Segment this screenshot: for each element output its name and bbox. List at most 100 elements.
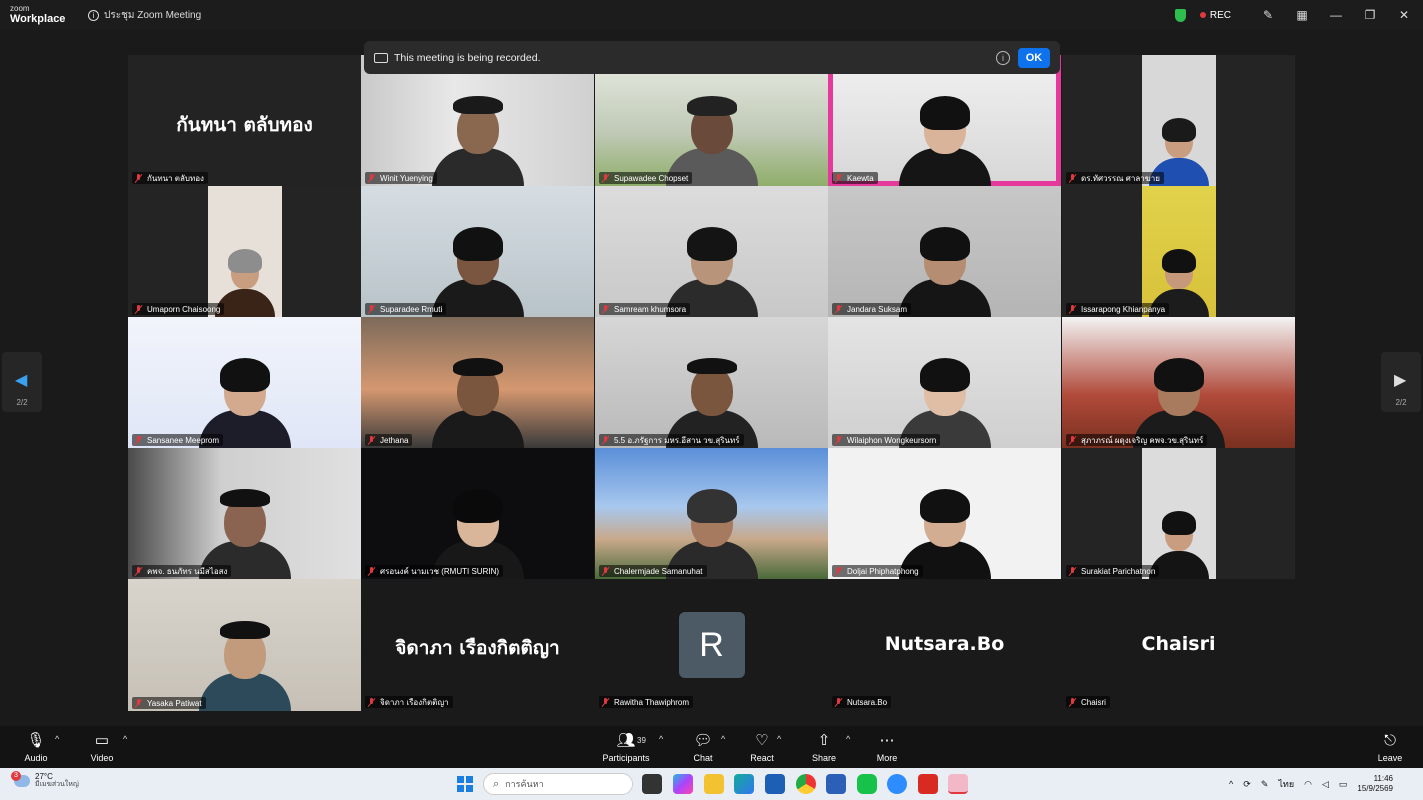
muted-mic-icon: 🎙︎ xyxy=(26,732,46,749)
show-hidden-icons-chevron-icon[interactable]: ^ xyxy=(1229,779,1233,789)
previous-page-button[interactable]: ◀ 2/2 xyxy=(2,352,42,412)
chat-button[interactable]: 💬︎ Chat xyxy=(690,732,716,763)
snipping-tool-icon[interactable] xyxy=(948,774,968,794)
video-tile[interactable]: จิดาภา เรืองกิตติญา จิดาภา เรืองกิตติญา xyxy=(361,579,594,710)
word-icon[interactable] xyxy=(826,774,846,794)
video-tile[interactable]: สุภาภรณ์ ผดุงเจริญ คพจ.วข.สุรินทร์ xyxy=(1062,317,1295,448)
video-tile[interactable]: ดร.ทัศวรรณ ศาลาฆาย xyxy=(1062,55,1295,186)
meeting-info-button[interactable]: i ประชุม Zoom Meeting xyxy=(88,8,201,23)
pen-icon[interactable]: ✎ xyxy=(1261,779,1269,790)
file-explorer-icon[interactable] xyxy=(704,774,724,794)
volume-icon[interactable]: ◁ xyxy=(1322,779,1329,790)
weather-widget[interactable]: 3 27°C มีเมฆส่วนใหญ่ xyxy=(11,770,79,789)
zoom-window: zoom Workplace i ประชุม Zoom Meeting REC… xyxy=(0,0,1423,800)
line-icon[interactable] xyxy=(857,774,877,794)
participants-options-caret[interactable]: ^ xyxy=(659,734,663,744)
react-button[interactable]: ♡ React xyxy=(747,732,777,763)
search-icon: ⌕ xyxy=(493,777,500,790)
react-options-caret[interactable]: ^ xyxy=(777,734,781,744)
audio-options-caret[interactable]: ^ xyxy=(55,734,59,744)
video-tile[interactable]: Winit Yuenying xyxy=(361,55,594,186)
participant-display-name: กันทนา ตลับทอง xyxy=(176,114,313,136)
video-tile[interactable]: R Rawitha Thawiphrom xyxy=(595,579,828,710)
muted-mic-icon xyxy=(834,435,843,445)
muted-mic-icon xyxy=(367,566,376,576)
sync-icon[interactable]: ⟳ xyxy=(1243,779,1251,790)
participant-label: Umaporn Chaisoong xyxy=(132,303,225,315)
participant-label: Issarapong Khianpanya xyxy=(1066,303,1170,315)
video-tile[interactable]: 5.5 อ.ภรัฐการ มหร.อีสาน วข.สุรินทร์ xyxy=(595,317,828,448)
zoom-icon[interactable] xyxy=(887,774,907,794)
video-tile[interactable]: กันทนา ตลับทอง กันทนา ตลับทอง xyxy=(128,55,361,186)
video-options-caret[interactable]: ^ xyxy=(123,734,127,744)
page-indicator: 2/2 xyxy=(1395,398,1407,407)
video-tile[interactable]: Samream khumsora xyxy=(595,186,828,317)
task-view-icon[interactable] xyxy=(642,774,662,794)
annotate-icon[interactable]: ✎ xyxy=(1253,8,1283,22)
video-tile[interactable]: Issarapong Khianpanya xyxy=(1062,186,1295,317)
gallery-grid: กันทนา ตลับทอง กันทนา ตลับทอง Winit Yuen… xyxy=(128,55,1296,711)
share-options-caret[interactable]: ^ xyxy=(846,734,850,744)
copilot-icon[interactable] xyxy=(673,774,693,794)
system-clock[interactable]: 11:46 15/9/2569 xyxy=(1357,774,1393,793)
info-icon[interactable]: i xyxy=(996,50,1010,65)
participant-label: Chaisri xyxy=(1066,696,1110,708)
video-tile[interactable]: Chaisri Chaisri xyxy=(1062,579,1295,710)
participant-label: Doljai Phiphatphong xyxy=(832,565,923,577)
battery-icon[interactable]: ▭ xyxy=(1339,779,1348,790)
video-tile[interactable]: Kaewta xyxy=(828,55,1061,186)
video-tile[interactable]: Suparadee Rmuti xyxy=(361,186,594,317)
participant-label: Sansanee Meeprom xyxy=(132,434,224,446)
video-tile[interactable]: คพจ. ธนภัทร นมีสไอสง xyxy=(128,448,361,579)
ok-button[interactable]: OK xyxy=(1018,47,1050,68)
share-button[interactable]: ⇧ Share xyxy=(809,732,839,763)
video-button[interactable]: ▭ Video xyxy=(88,732,116,763)
leave-button[interactable]: ⎋ Leave xyxy=(1375,732,1405,763)
video-tile[interactable]: Jethana xyxy=(361,317,594,448)
video-tile[interactable]: Umaporn Chaisoong xyxy=(128,186,361,317)
participant-label: กันทนา ตลับทอง xyxy=(132,172,208,184)
taskbar-search-input[interactable]: ⌕ การค้นหา xyxy=(483,773,633,795)
participant-label: Rawitha Thawiphrom xyxy=(599,696,693,708)
chevron-left-icon: ◀ xyxy=(15,372,28,389)
language-indicator[interactable]: ไทย xyxy=(1278,777,1294,791)
participant-label: Wilaiphon Wongkeursorn xyxy=(832,434,941,446)
video-tile[interactable]: Sansanee Meeprom xyxy=(128,317,361,448)
video-tile[interactable]: Doljai Phiphatphong xyxy=(828,448,1061,579)
video-tile[interactable]: ศรอนงค์ นามเวช (RMUTI SURIN) xyxy=(361,448,594,579)
weather-desc: มีเมฆส่วนใหญ่ xyxy=(35,781,79,789)
muted-mic-icon xyxy=(1068,304,1077,314)
recording-indicator[interactable]: REC xyxy=(1199,10,1231,21)
next-page-button[interactable]: ▶ 2/2 xyxy=(1381,352,1421,412)
acrobat-icon[interactable] xyxy=(918,774,938,794)
wifi-icon[interactable]: ◠ xyxy=(1304,779,1312,790)
participant-label: Yasaka Patiwat xyxy=(132,697,206,709)
video-tile[interactable]: Wilaiphon Wongkeursorn xyxy=(828,317,1061,448)
video-tile[interactable]: Jandara Suksam xyxy=(828,186,1061,317)
restore-icon[interactable]: ❐ xyxy=(1355,8,1385,22)
video-tile[interactable]: Yasaka Patiwat xyxy=(128,579,361,711)
edge-browser-icon[interactable] xyxy=(734,774,754,794)
muted-mic-icon xyxy=(1068,697,1077,707)
more-button[interactable]: ⋯ More xyxy=(872,732,902,763)
store-icon[interactable] xyxy=(765,774,785,794)
video-tile[interactable]: Chalermjade Samanuhat xyxy=(595,448,828,579)
security-shield-icon[interactable] xyxy=(1174,8,1186,22)
audio-button[interactable]: 🎙︎ Audio xyxy=(22,732,50,763)
windows-start-icon[interactable] xyxy=(457,776,473,792)
participants-count: 39 xyxy=(637,736,646,745)
close-icon[interactable]: ✕ xyxy=(1389,8,1419,22)
video-tile[interactable]: Surakiat Parichatnon xyxy=(1062,448,1295,579)
participant-label: 5.5 อ.ภรัฐการ มหร.อีสาน วข.สุรินทร์ xyxy=(599,434,744,446)
chrome-icon[interactable] xyxy=(796,774,816,794)
video-tile[interactable]: Supawadee Chopset xyxy=(595,55,828,186)
muted-mic-icon xyxy=(367,173,376,183)
muted-mic-icon xyxy=(367,304,376,314)
video-tile[interactable]: Nutsara.Bo Nutsara.Bo xyxy=(828,579,1061,710)
participant-label: Suparadee Rmuti xyxy=(365,303,447,315)
minimize-icon[interactable]: — xyxy=(1321,8,1351,22)
react-heart-icon: ♡ xyxy=(755,732,769,749)
view-grid-icon[interactable]: ▦ xyxy=(1287,8,1317,22)
muted-mic-icon xyxy=(834,173,843,183)
chat-options-caret[interactable]: ^ xyxy=(721,734,725,744)
